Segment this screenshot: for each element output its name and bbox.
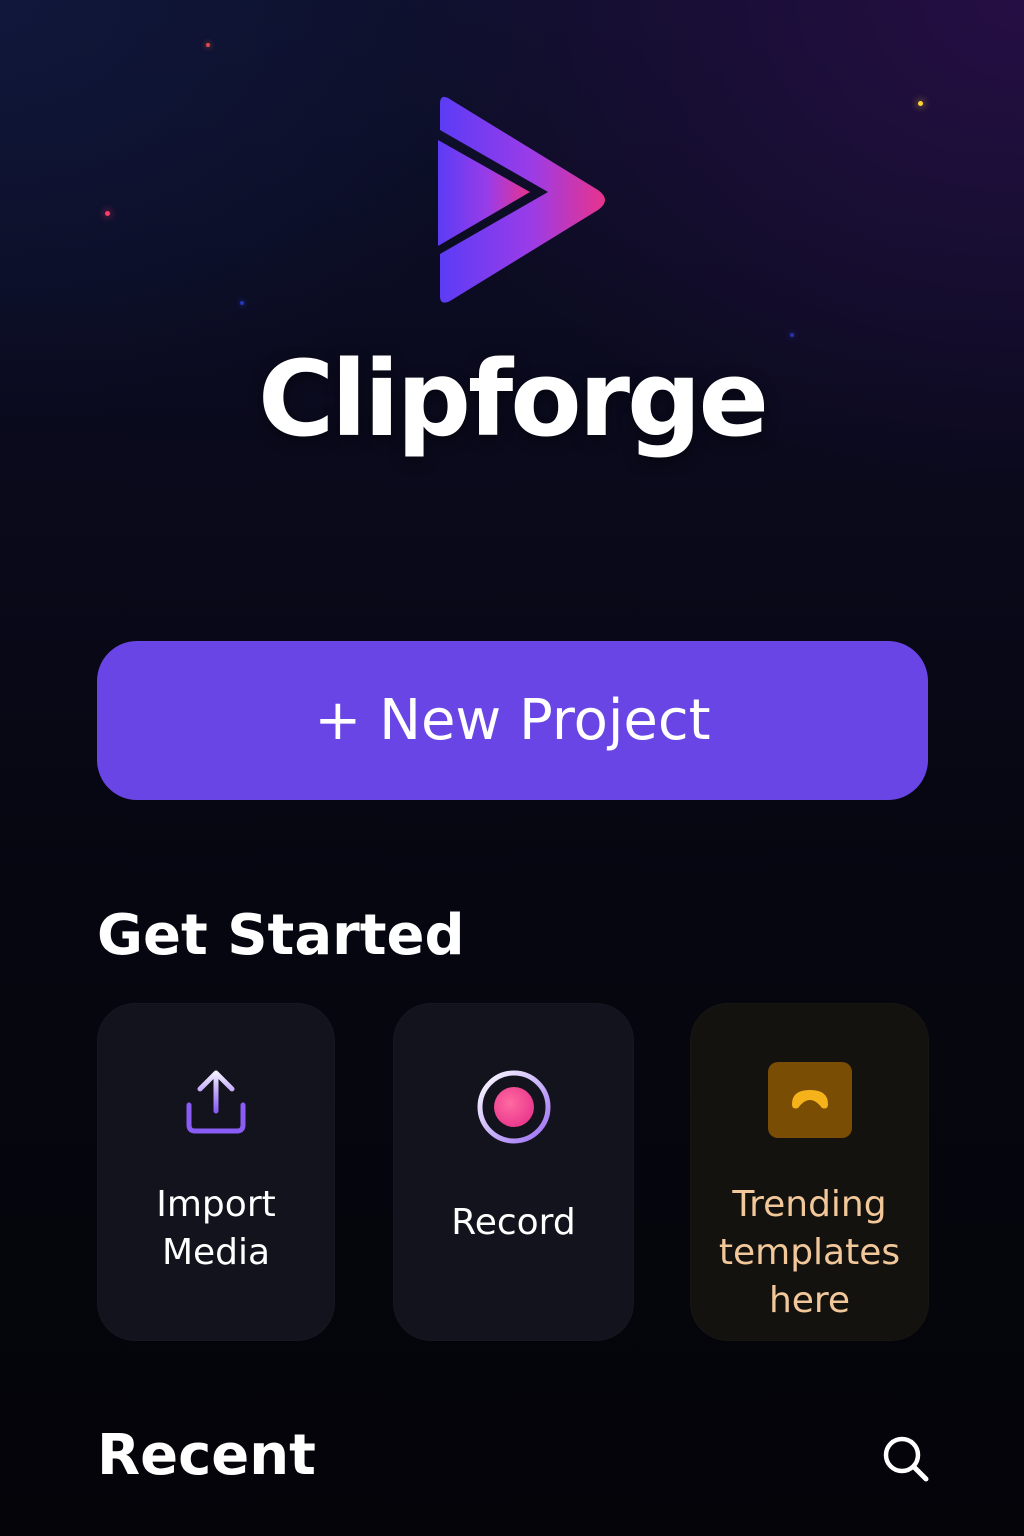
trending-templates-card[interactable]: Trending templates here	[690, 1003, 929, 1341]
search-icon[interactable]	[880, 1433, 932, 1485]
import-label-line: Import	[156, 1184, 276, 1225]
trending-label-line: templates	[718, 1232, 901, 1273]
recent-heading: Recent	[97, 1423, 316, 1488]
upload-icon	[181, 1067, 251, 1137]
record-card[interactable]: Record	[393, 1003, 634, 1341]
get-started-heading: Get Started	[97, 903, 465, 968]
app-logo-icon	[426, 92, 622, 310]
record-icon	[474, 1067, 554, 1147]
background-star	[790, 333, 794, 337]
trending-label-line: Trending	[732, 1184, 887, 1225]
templates-icon	[767, 1062, 852, 1138]
trending-label-line: here	[768, 1280, 851, 1321]
background-star	[206, 43, 210, 47]
app-title: Clipforge	[257, 338, 769, 460]
background-star	[105, 211, 110, 216]
new-project-button[interactable]: + New Project	[97, 641, 928, 800]
import-media-card[interactable]: Import Media	[97, 1003, 335, 1341]
import-label-line: Media	[161, 1232, 271, 1273]
background-star	[918, 101, 923, 106]
background-star	[240, 301, 244, 305]
record-label: Record	[451, 1202, 576, 1243]
